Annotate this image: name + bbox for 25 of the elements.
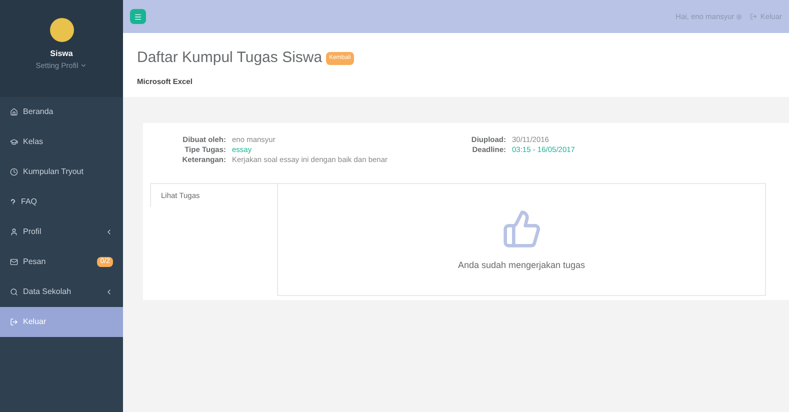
graduation-cap-icon	[10, 138, 18, 146]
clock-icon	[10, 168, 18, 176]
sidebar-item[interactable]: Kumpulan Tryout	[0, 157, 123, 187]
result-message: Anda sudah mengerjakan tugas	[458, 258, 586, 272]
chevron-icon	[105, 288, 113, 296]
logout-icon	[750, 13, 758, 20]
chevron-icon	[105, 228, 113, 236]
page-title: Daftar Kumpul Tugas Siswa	[137, 48, 322, 68]
sidebar-item[interactable]: Profil	[0, 217, 123, 247]
logout-icon	[10, 318, 18, 326]
sidebar-item[interactable]: FAQ	[0, 187, 123, 217]
search-icon	[10, 288, 18, 296]
caret-icon	[80, 62, 88, 70]
profile-name: Siswa	[50, 48, 73, 60]
sidebar-item[interactable]: Data Sekolah	[0, 277, 123, 307]
help-icon	[10, 198, 16, 206]
sidebar-item[interactable]: Kelas	[0, 127, 123, 157]
menu-icon	[134, 12, 142, 20]
sidebar-item[interactable]: Beranda	[0, 97, 123, 127]
menu-button[interactable]	[130, 9, 146, 24]
settings-icon[interactable]	[736, 14, 742, 20]
home-icon	[10, 108, 18, 116]
mail-icon	[10, 258, 18, 266]
user-icon	[10, 228, 18, 236]
avatar	[50, 18, 74, 42]
